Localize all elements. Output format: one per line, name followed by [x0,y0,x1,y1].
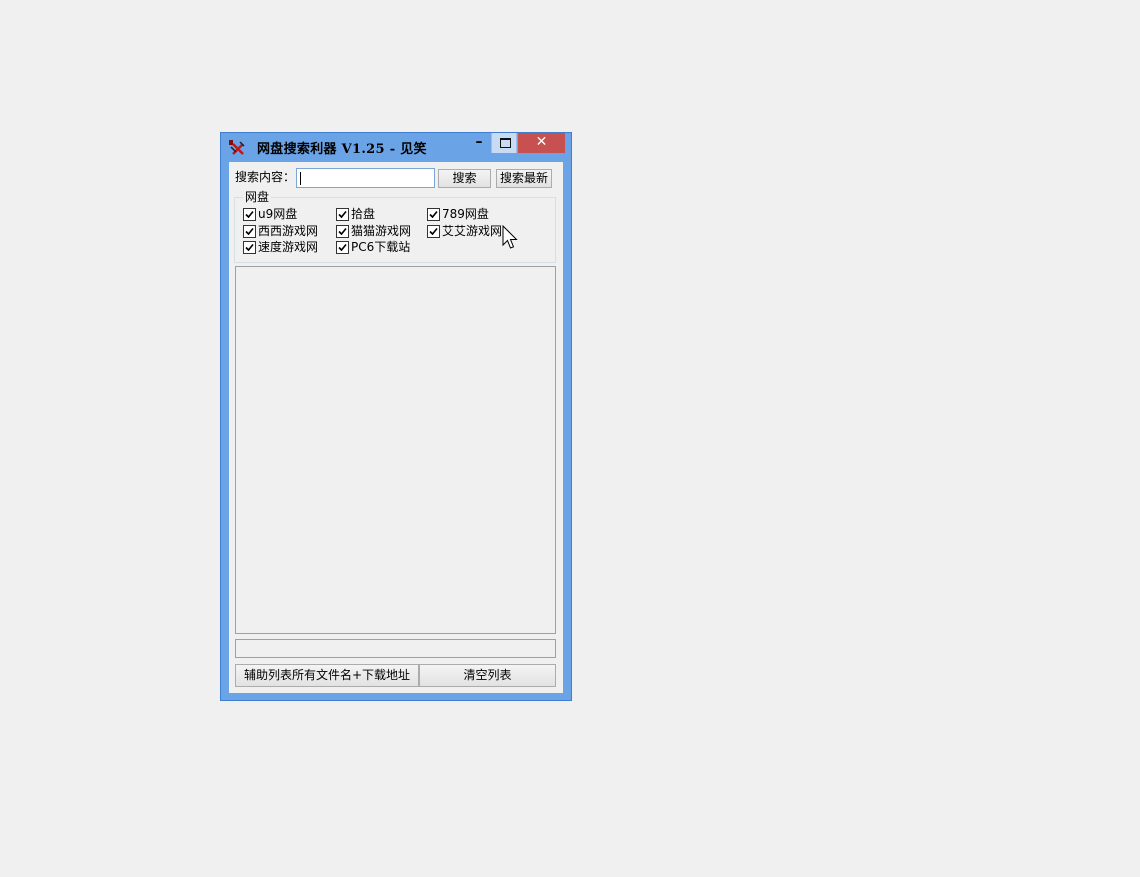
checkbox-xixi[interactable]: 西西游戏网 [243,224,318,238]
search-latest-button[interactable]: 搜索最新 [496,169,552,188]
checkbox-pc6[interactable]: PC6下载站 [336,240,410,254]
title-bar[interactable]: 网盘搜索利器 V1.25 - 见笑 – ✕ [221,133,571,161]
mouse-pointer-icon [502,224,518,254]
checkmark-icon[interactable] [427,208,440,221]
checkbox-label: 789网盘 [442,207,489,221]
search-input[interactable] [296,168,435,188]
checkbox-label: u9网盘 [258,207,298,221]
close-icon: ✕ [535,134,548,150]
checkbox-label: 速度游戏网 [258,240,319,254]
checkmark-icon[interactable] [427,225,440,238]
checkbox-shipan[interactable]: 拾盘 [336,207,375,221]
app-logo-icon [228,139,245,156]
clear-list-button[interactable]: 清空列表 [419,664,556,687]
status-field [235,639,556,658]
checkbox-sudu[interactable]: 速度游戏网 [243,240,318,254]
checkmark-icon[interactable] [336,225,349,238]
checkbox-u9[interactable]: u9网盘 [243,207,297,221]
text-caret [300,172,301,185]
checkbox-label: PC6下载站 [351,240,411,254]
checkmark-icon[interactable] [336,208,349,221]
checkbox-maomao[interactable]: 猫猫游戏网 [336,224,411,238]
checkbox-789[interactable]: 789网盘 [427,207,489,221]
search-button[interactable]: 搜索 [438,169,491,188]
extract-links-button[interactable]: 辅助列表所有文件名+下载地址 [235,664,419,687]
checkmark-icon[interactable] [243,208,256,221]
maximize-button[interactable] [491,133,517,153]
checkmark-icon[interactable] [243,241,256,254]
search-label: 搜索内容： [235,170,296,184]
window-title: 网盘搜索利器 V1.25 - 见笑 [257,142,427,157]
checkmark-icon[interactable] [336,241,349,254]
checkbox-label: 猫猫游戏网 [351,224,412,238]
checkbox-label: 拾盘 [351,207,376,221]
minimize-button[interactable]: – [467,133,491,153]
checkbox-label: 西西游戏网 [258,224,319,238]
results-list[interactable] [235,266,556,634]
app-window: 网盘搜索利器 V1.25 - 见笑 – ✕ 搜索内容： 搜索 搜索最新 网盘 u… [220,132,572,701]
checkbox-label: 艾艾游戏网 [442,224,503,238]
maximize-icon [500,138,511,148]
close-button[interactable]: ✕ [518,133,565,153]
groupbox-title: 网盘 [243,190,272,204]
checkbox-aiai[interactable]: 艾艾游戏网 [427,224,502,238]
minimize-icon: – [475,134,483,150]
checkmark-icon[interactable] [243,225,256,238]
